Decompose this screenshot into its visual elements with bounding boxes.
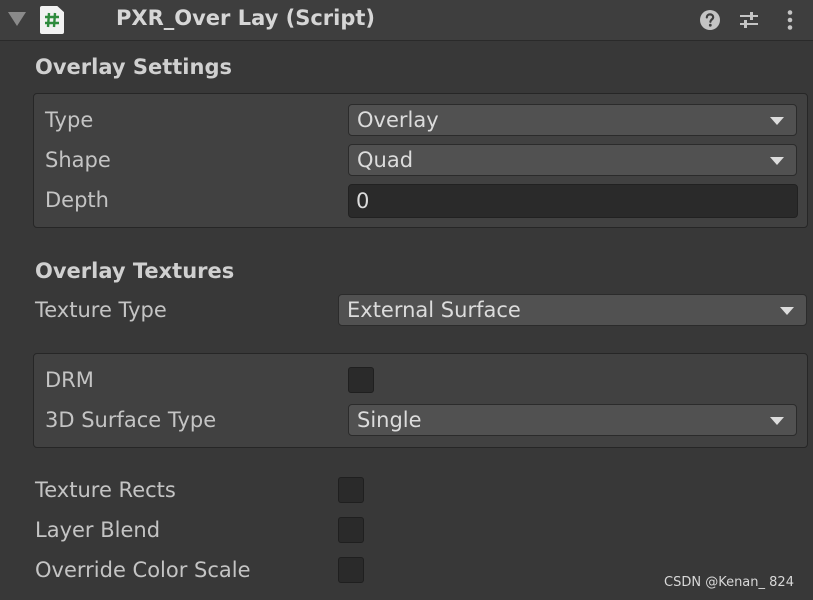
depth-input-value: 0	[356, 189, 370, 213]
drm-label: DRM	[45, 368, 94, 392]
help-icon[interactable]	[699, 9, 721, 31]
texture-type-dropdown-value: External Surface	[347, 298, 521, 322]
type-label: Type	[45, 108, 94, 132]
override-color-scale-checkbox[interactable]	[338, 557, 364, 583]
shape-dropdown[interactable]: Quad	[348, 144, 797, 176]
inspector-panel: PXR_Over Lay (Script) Overlay Settings T…	[0, 0, 813, 600]
texture-rects-checkbox[interactable]	[338, 477, 364, 503]
shape-label: Shape	[45, 148, 111, 172]
component-header[interactable]: PXR_Over Lay (Script)	[0, 0, 813, 41]
layer-blend-checkbox[interactable]	[338, 517, 364, 543]
watermark: CSDN @Kenan_ 824	[664, 575, 794, 590]
layer-blend-label: Layer Blend	[35, 518, 161, 542]
surface-type-dropdown-value: Single	[357, 408, 422, 432]
overlay-textures-title: Overlay Textures	[35, 259, 235, 283]
script-icon	[40, 6, 64, 34]
depth-input[interactable]: 0	[348, 184, 798, 218]
depth-label: Depth	[45, 188, 109, 212]
chevron-down-icon	[770, 117, 784, 125]
type-dropdown[interactable]: Overlay	[348, 104, 797, 136]
foldout-arrow-icon[interactable]	[8, 12, 26, 26]
override-color-scale-label: Override Color Scale	[35, 558, 251, 582]
overlay-settings-title: Overlay Settings	[35, 55, 232, 79]
chevron-down-icon	[780, 307, 794, 315]
kebab-menu-icon[interactable]	[779, 9, 801, 31]
surface-type-dropdown[interactable]: Single	[348, 404, 797, 436]
chevron-down-icon	[770, 417, 784, 425]
surface-type-label: 3D Surface Type	[45, 408, 217, 432]
component-title: PXR_Over Lay (Script)	[116, 6, 376, 30]
preset-sliders-icon[interactable]	[738, 9, 760, 31]
chevron-down-icon	[770, 157, 784, 165]
texture-type-dropdown[interactable]: External Surface	[338, 294, 807, 326]
texture-rects-label: Texture Rects	[35, 478, 176, 502]
drm-checkbox[interactable]	[348, 367, 374, 393]
type-dropdown-value: Overlay	[357, 108, 439, 132]
texture-type-label: Texture Type	[35, 298, 167, 322]
shape-dropdown-value: Quad	[357, 148, 414, 172]
